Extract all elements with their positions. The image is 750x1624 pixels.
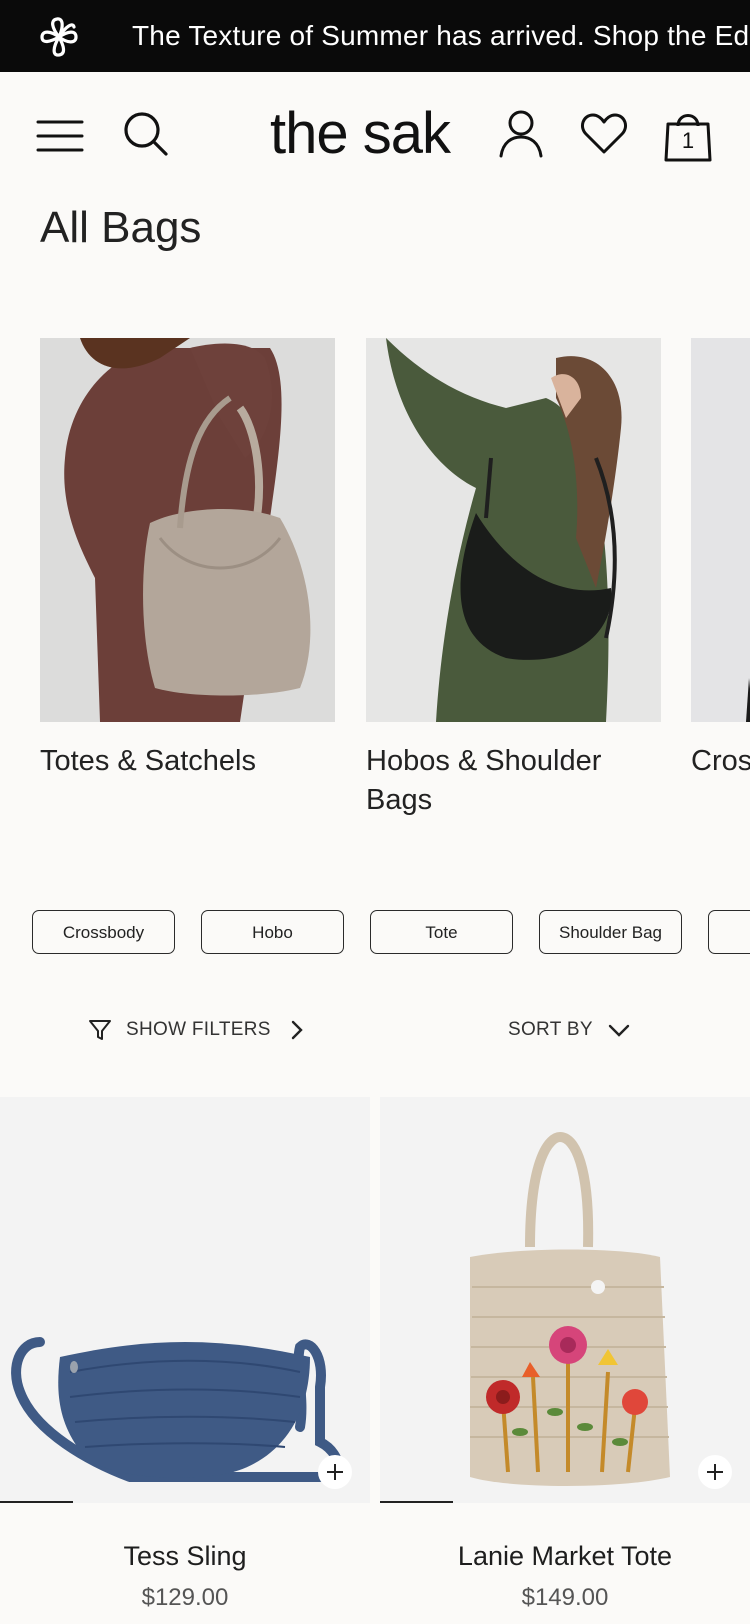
quick-add-button[interactable]	[318, 1455, 352, 1489]
category-label[interactable]: Totes & Satchels	[40, 742, 335, 781]
cart-button[interactable]: 1	[664, 106, 712, 164]
chip-tote[interactable]: Tote	[370, 910, 513, 954]
sort-by-button[interactable]: SORT BY	[508, 1010, 631, 1050]
category-carousel[interactable]: Totes & Satchels Hobos & Shoulder Bags C…	[0, 338, 750, 838]
chevron-right-icon	[291, 1020, 303, 1040]
quick-filter-chips[interactable]: Crossbody Hobo Tote Shoulder Bag	[0, 910, 750, 954]
category-image-totes[interactable]	[40, 338, 335, 722]
chip-shoulder-bag[interactable]: Shoulder Bag	[539, 910, 682, 954]
quick-add-button[interactable]	[698, 1455, 732, 1489]
category-image-hobos[interactable]	[366, 338, 661, 722]
product-name[interactable]: Lanie Market Tote	[380, 1539, 750, 1573]
site-header: the sak 1	[0, 72, 750, 200]
product-name[interactable]: Tess Sling	[0, 1539, 370, 1573]
heart-icon[interactable]	[580, 112, 628, 156]
image-carousel-indicator	[380, 1501, 453, 1503]
plus-icon	[327, 1464, 343, 1480]
category-image-crossbody[interactable]	[691, 338, 750, 722]
category-label[interactable]: Cros	[691, 742, 750, 781]
cart-count: 1	[681, 128, 695, 153]
show-filters-label: SHOW FILTERS	[126, 1019, 271, 1040]
chip-hobo[interactable]: Hobo	[201, 910, 344, 954]
sort-by-label: SORT BY	[508, 1019, 593, 1040]
flower-knot-logo	[40, 17, 78, 57]
filter-icon	[89, 1020, 111, 1040]
product-card[interactable]: Tess Sling $129.00	[0, 1097, 370, 1613]
image-carousel-indicator	[0, 1501, 73, 1503]
category-card-hobos[interactable]: Hobos & Shoulder Bags	[366, 338, 661, 820]
product-price: $129.00	[141, 1584, 229, 1611]
hamburger-menu-icon[interactable]	[36, 118, 84, 154]
product-image[interactable]	[0, 1097, 370, 1503]
category-card-crossbody[interactable]: Cros	[691, 338, 750, 781]
show-filters-button[interactable]: SHOW FILTERS	[88, 1010, 307, 1050]
brand-logo[interactable]: the sak	[250, 102, 470, 166]
announcement-bar[interactable]: The Texture of Summer has arrived. Shop …	[0, 0, 750, 72]
chip-crossbody[interactable]: Crossbody	[32, 910, 175, 954]
product-price: $149.00	[521, 1584, 609, 1611]
plus-icon	[707, 1464, 723, 1480]
product-image[interactable]	[380, 1097, 750, 1503]
user-icon[interactable]	[498, 108, 544, 158]
listing-controls: SHOW FILTERS SORT BY	[0, 1010, 750, 1050]
announcement-message[interactable]: The Texture of Summer has arrived. Shop …	[132, 0, 750, 72]
page-title: All Bags	[40, 203, 202, 252]
chip-more[interactable]	[708, 910, 750, 954]
search-icon[interactable]	[122, 110, 170, 158]
chevron-down-icon	[608, 1024, 630, 1037]
category-card-totes[interactable]: Totes & Satchels	[40, 338, 335, 781]
category-label[interactable]: Hobos & Shoulder Bags	[366, 742, 661, 820]
product-card[interactable]: Lanie Market Tote $149.00	[380, 1097, 750, 1613]
product-grid: Tess Sling $129.00 Lanie Market Tote $14…	[0, 1097, 750, 1624]
